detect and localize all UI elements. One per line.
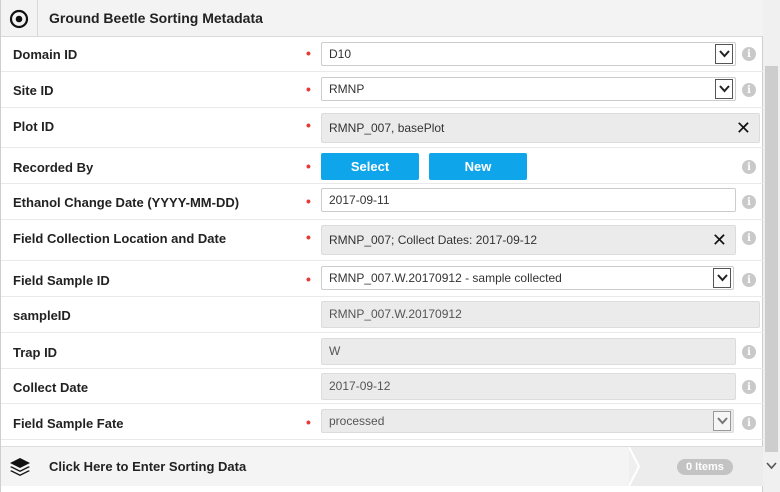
field-sample-id-label: Field Sample ID xyxy=(13,273,110,288)
row-field-sample-id: Field Sample ID • RMNP_007.W.20170912 - … xyxy=(1,261,764,297)
trap-id-field: W xyxy=(321,338,736,365)
trap-id-value: W xyxy=(329,344,341,358)
info-icon[interactable]: i xyxy=(742,273,756,287)
panel-header: Ground Beetle Sorting Metadata xyxy=(1,0,764,37)
info-icon[interactable]: i xyxy=(742,231,756,245)
sample-id-value: RMNP_007.W.20170912 xyxy=(329,307,462,321)
sorting-data-footer[interactable]: Click Here to Enter Sorting Data 0 Items xyxy=(1,446,764,486)
select-button[interactable]: Select xyxy=(321,153,419,180)
collect-date-value: 2017-09-12 xyxy=(329,379,391,393)
layers-icon xyxy=(9,457,31,480)
row-sample-id: sampleID RMNP_007.W.20170912 xyxy=(1,297,764,333)
row-ethanol-change-date: Ethanol Change Date (YYYY-MM-DD) • 2017-… xyxy=(1,184,764,220)
trap-id-label: Trap ID xyxy=(13,345,58,360)
info-icon[interactable]: i xyxy=(742,160,756,174)
row-trap-id: Trap ID W i xyxy=(1,333,764,369)
required-marker: • xyxy=(306,45,311,61)
new-button[interactable]: New xyxy=(429,153,527,180)
ethanol-change-date-input[interactable]: 2017-09-11 xyxy=(321,188,736,212)
info-icon[interactable]: i xyxy=(742,345,756,359)
field-sample-id-value: RMNP_007.W.20170912 - sample collected xyxy=(329,271,562,285)
clear-icon[interactable]: ✕ xyxy=(736,114,751,142)
required-marker: • xyxy=(306,117,311,133)
plot-id-value: RMNP_007, basePlot xyxy=(329,121,445,135)
ethanol-change-date-label: Ethanol Change Date (YYYY-MM-DD) xyxy=(13,195,240,210)
chevron-down-icon[interactable] xyxy=(715,79,733,99)
row-recorded-by: Recorded By • Select New i xyxy=(1,148,764,184)
field-collection-value: RMNP_007; Collect Dates: 2017-09-12 xyxy=(329,233,538,247)
site-id-select[interactable]: RMNP xyxy=(321,77,736,101)
info-icon[interactable]: i xyxy=(742,380,756,394)
field-sample-fate-label: Field Sample Fate xyxy=(13,416,124,431)
field-sample-id-select[interactable]: RMNP_007.W.20170912 - sample collected xyxy=(321,266,734,290)
row-collect-date: Collect Date 2017-09-12 i xyxy=(1,369,764,404)
recorded-by-label: Recorded By xyxy=(13,160,94,175)
field-sample-fate-value: processed xyxy=(329,414,385,428)
field-collection-label: Field Collection Location and Date xyxy=(13,231,227,246)
page-title: Ground Beetle Sorting Metadata xyxy=(49,10,263,26)
info-icon[interactable]: i xyxy=(742,195,756,209)
plot-id-label: Plot ID xyxy=(13,119,55,134)
field-sample-fate-select: processed xyxy=(321,409,734,433)
site-id-label: Site ID xyxy=(13,83,54,98)
row-field-collection: Field Collection Location and Date • RMN… xyxy=(1,220,764,261)
row-site-id: Site ID • RMNP i xyxy=(1,72,764,108)
required-marker: • xyxy=(306,158,311,174)
info-icon[interactable]: i xyxy=(742,47,756,61)
chevron-down-icon[interactable] xyxy=(713,268,731,288)
ethanol-change-date-value: 2017-09-11 xyxy=(329,193,390,207)
sample-id-field: RMNP_007.W.20170912 xyxy=(321,301,760,328)
enter-sorting-data-link[interactable]: Click Here to Enter Sorting Data xyxy=(49,459,246,474)
required-marker: • xyxy=(306,229,311,245)
plot-id-lookup[interactable]: RMNP_007, basePlot ✕ xyxy=(321,113,760,143)
required-marker: • xyxy=(306,81,311,97)
collect-date-label: Collect Date xyxy=(13,380,89,395)
site-id-value: RMNP xyxy=(329,82,365,96)
eye-icon[interactable] xyxy=(1,0,38,37)
required-marker: • xyxy=(306,193,311,209)
info-icon[interactable]: i xyxy=(742,416,756,430)
domain-id-select[interactable]: D10 xyxy=(321,42,736,66)
row-plot-id: Plot ID • RMNP_007, basePlot ✕ xyxy=(1,108,764,148)
required-marker: • xyxy=(306,414,311,430)
form-panel: Ground Beetle Sorting Metadata Domain ID… xyxy=(0,0,764,492)
scrollbar-thumb[interactable] xyxy=(765,66,778,452)
field-collection-lookup[interactable]: RMNP_007; Collect Dates: 2017-09-12 ✕ xyxy=(321,225,736,255)
scroll-down-icon[interactable] xyxy=(766,462,777,473)
chevron-down-icon[interactable] xyxy=(715,44,733,64)
info-icon[interactable]: i xyxy=(742,83,756,97)
clear-icon[interactable]: ✕ xyxy=(712,226,727,254)
row-field-sample-fate: Field Sample Fate • processed i xyxy=(1,404,764,440)
required-marker: • xyxy=(306,271,311,287)
domain-id-value: D10 xyxy=(329,47,352,61)
row-domain-id: Domain ID • D10 i xyxy=(1,37,764,72)
sample-id-label: sampleID xyxy=(13,308,71,323)
domain-id-label: Domain ID xyxy=(13,47,78,62)
collect-date-field: 2017-09-12 xyxy=(321,373,736,400)
items-count-badge: 0 Items xyxy=(677,459,733,475)
vertical-scrollbar[interactable] xyxy=(763,0,780,492)
chevron-down-icon xyxy=(713,411,731,431)
